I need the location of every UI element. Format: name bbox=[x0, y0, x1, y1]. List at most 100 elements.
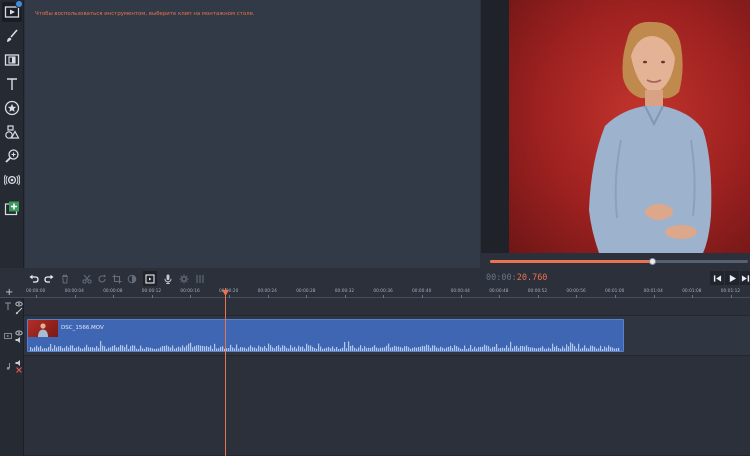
waveform-bar bbox=[32, 348, 34, 351]
waveform-bar bbox=[160, 347, 162, 351]
brush-icon bbox=[7, 29, 18, 42]
play-button[interactable] bbox=[725, 271, 739, 285]
waveform-bar bbox=[476, 348, 478, 351]
stickers-button[interactable] bbox=[2, 98, 22, 118]
video-track-mute-icon[interactable] bbox=[15, 336, 23, 346]
waveform-bar bbox=[256, 348, 258, 351]
waveform-bar bbox=[430, 347, 432, 351]
waveform-bar bbox=[118, 347, 120, 351]
waveform-bar bbox=[532, 347, 534, 351]
waveform-bar bbox=[518, 347, 520, 351]
import-button[interactable] bbox=[2, 0, 23, 22]
timeline-ruler[interactable]: + 00:00:00 00:00:04 00:00:08 00:00:12 00:00:… bbox=[0, 288, 750, 298]
seekbar-handle[interactable] bbox=[649, 258, 657, 265]
waveform-bar bbox=[36, 345, 38, 351]
playback-seekbar[interactable] bbox=[490, 258, 748, 265]
waveform-bar bbox=[568, 346, 570, 351]
delete-button[interactable] bbox=[58, 271, 72, 286]
waveform-bar bbox=[300, 346, 302, 351]
waveform-bar bbox=[418, 347, 420, 351]
redo-button[interactable] bbox=[42, 271, 56, 286]
waveform-bar bbox=[278, 345, 280, 351]
waveform-bar bbox=[44, 348, 46, 351]
waveform-bar bbox=[90, 347, 92, 351]
next-frame-button[interactable] bbox=[740, 271, 750, 285]
previous-frame-button[interactable] bbox=[710, 271, 724, 285]
waveform-bar bbox=[428, 345, 430, 351]
waveform-bar bbox=[322, 348, 324, 351]
waveform-bar bbox=[248, 347, 250, 351]
waveform-bar bbox=[520, 345, 522, 351]
title-track[interactable] bbox=[24, 298, 750, 316]
zoom-button[interactable] bbox=[2, 146, 22, 166]
ruler-tick-label: 00:01:04 bbox=[643, 289, 663, 294]
waveform-bar bbox=[252, 347, 254, 351]
waveform-bar bbox=[344, 341, 346, 351]
stabilization-button[interactable] bbox=[2, 170, 22, 190]
waveform-bar bbox=[610, 346, 612, 351]
waveform-bar bbox=[416, 347, 418, 351]
waveform-bar bbox=[282, 345, 284, 351]
transitions-button[interactable] bbox=[2, 50, 22, 70]
waveform-bar bbox=[180, 347, 182, 351]
music-track[interactable] bbox=[24, 356, 750, 456]
waveform-bar bbox=[366, 348, 368, 351]
waveform-bar bbox=[298, 345, 300, 351]
waveform-bar bbox=[116, 347, 118, 351]
titles-button[interactable] bbox=[2, 74, 22, 94]
waveform-bar bbox=[512, 348, 514, 351]
music-track-remove-icon[interactable] bbox=[15, 366, 23, 376]
equalizer-button[interactable] bbox=[193, 271, 207, 286]
waveform-bar bbox=[208, 346, 210, 351]
rotate-button[interactable] bbox=[95, 271, 109, 286]
stickers-icon bbox=[4, 100, 20, 116]
waveform-bar bbox=[576, 348, 578, 351]
filters-button[interactable] bbox=[2, 26, 22, 46]
undo-button[interactable] bbox=[27, 271, 41, 286]
waveform-bar bbox=[290, 345, 292, 351]
seekbar-progress bbox=[490, 260, 653, 263]
color-adjust-button[interactable] bbox=[125, 271, 139, 286]
waveform-bar bbox=[286, 347, 288, 351]
waveform-bar bbox=[606, 347, 608, 351]
clip-properties-button[interactable] bbox=[143, 271, 157, 286]
waveform-bar bbox=[302, 346, 304, 351]
waveform-bar bbox=[412, 347, 414, 351]
crop-button[interactable] bbox=[110, 271, 124, 286]
waveform-bar bbox=[48, 347, 50, 351]
waveform-bar bbox=[138, 348, 140, 351]
player-panel: 00:00:20.760 bbox=[481, 0, 750, 288]
ruler-tick-label: 00:01:12 bbox=[720, 289, 741, 294]
track-controls bbox=[0, 298, 24, 456]
waveform-bar bbox=[574, 346, 576, 351]
audio-record-button[interactable] bbox=[161, 271, 175, 286]
waveform-bar bbox=[444, 348, 446, 351]
clip-settings-button[interactable] bbox=[177, 271, 191, 286]
waveform-bar bbox=[206, 345, 208, 351]
waveform-bar bbox=[132, 345, 134, 351]
waveform-bar bbox=[494, 346, 496, 351]
waveform-bar bbox=[110, 347, 112, 351]
waveform-bar bbox=[594, 346, 596, 351]
title-track-lock-icon[interactable] bbox=[15, 307, 23, 317]
waveform-bar bbox=[218, 348, 220, 351]
waveform-bar bbox=[422, 345, 424, 351]
waveform-bar bbox=[312, 346, 314, 351]
more-tools-button[interactable] bbox=[2, 198, 22, 218]
waveform-bar bbox=[84, 347, 86, 351]
waveform-bar bbox=[340, 348, 342, 351]
video-preview[interactable] bbox=[481, 0, 750, 253]
waveform-bar bbox=[554, 346, 556, 351]
waveform-bar bbox=[566, 344, 568, 351]
waveform-bar bbox=[100, 340, 102, 351]
waveform-bar bbox=[352, 345, 354, 351]
video-clip[interactable]: DSC_1566.MOV bbox=[27, 319, 624, 352]
waveform-bar bbox=[102, 345, 104, 351]
callouts-button[interactable] bbox=[2, 122, 22, 142]
tool-panel: Чтобы воспользоваться инструментом, выбе… bbox=[25, 0, 480, 268]
waveform-bar bbox=[502, 347, 504, 351]
split-button[interactable] bbox=[80, 271, 94, 286]
waveform-bar bbox=[372, 346, 374, 351]
waveform-bar bbox=[432, 345, 434, 351]
add-track-button[interactable]: + bbox=[5, 288, 13, 298]
